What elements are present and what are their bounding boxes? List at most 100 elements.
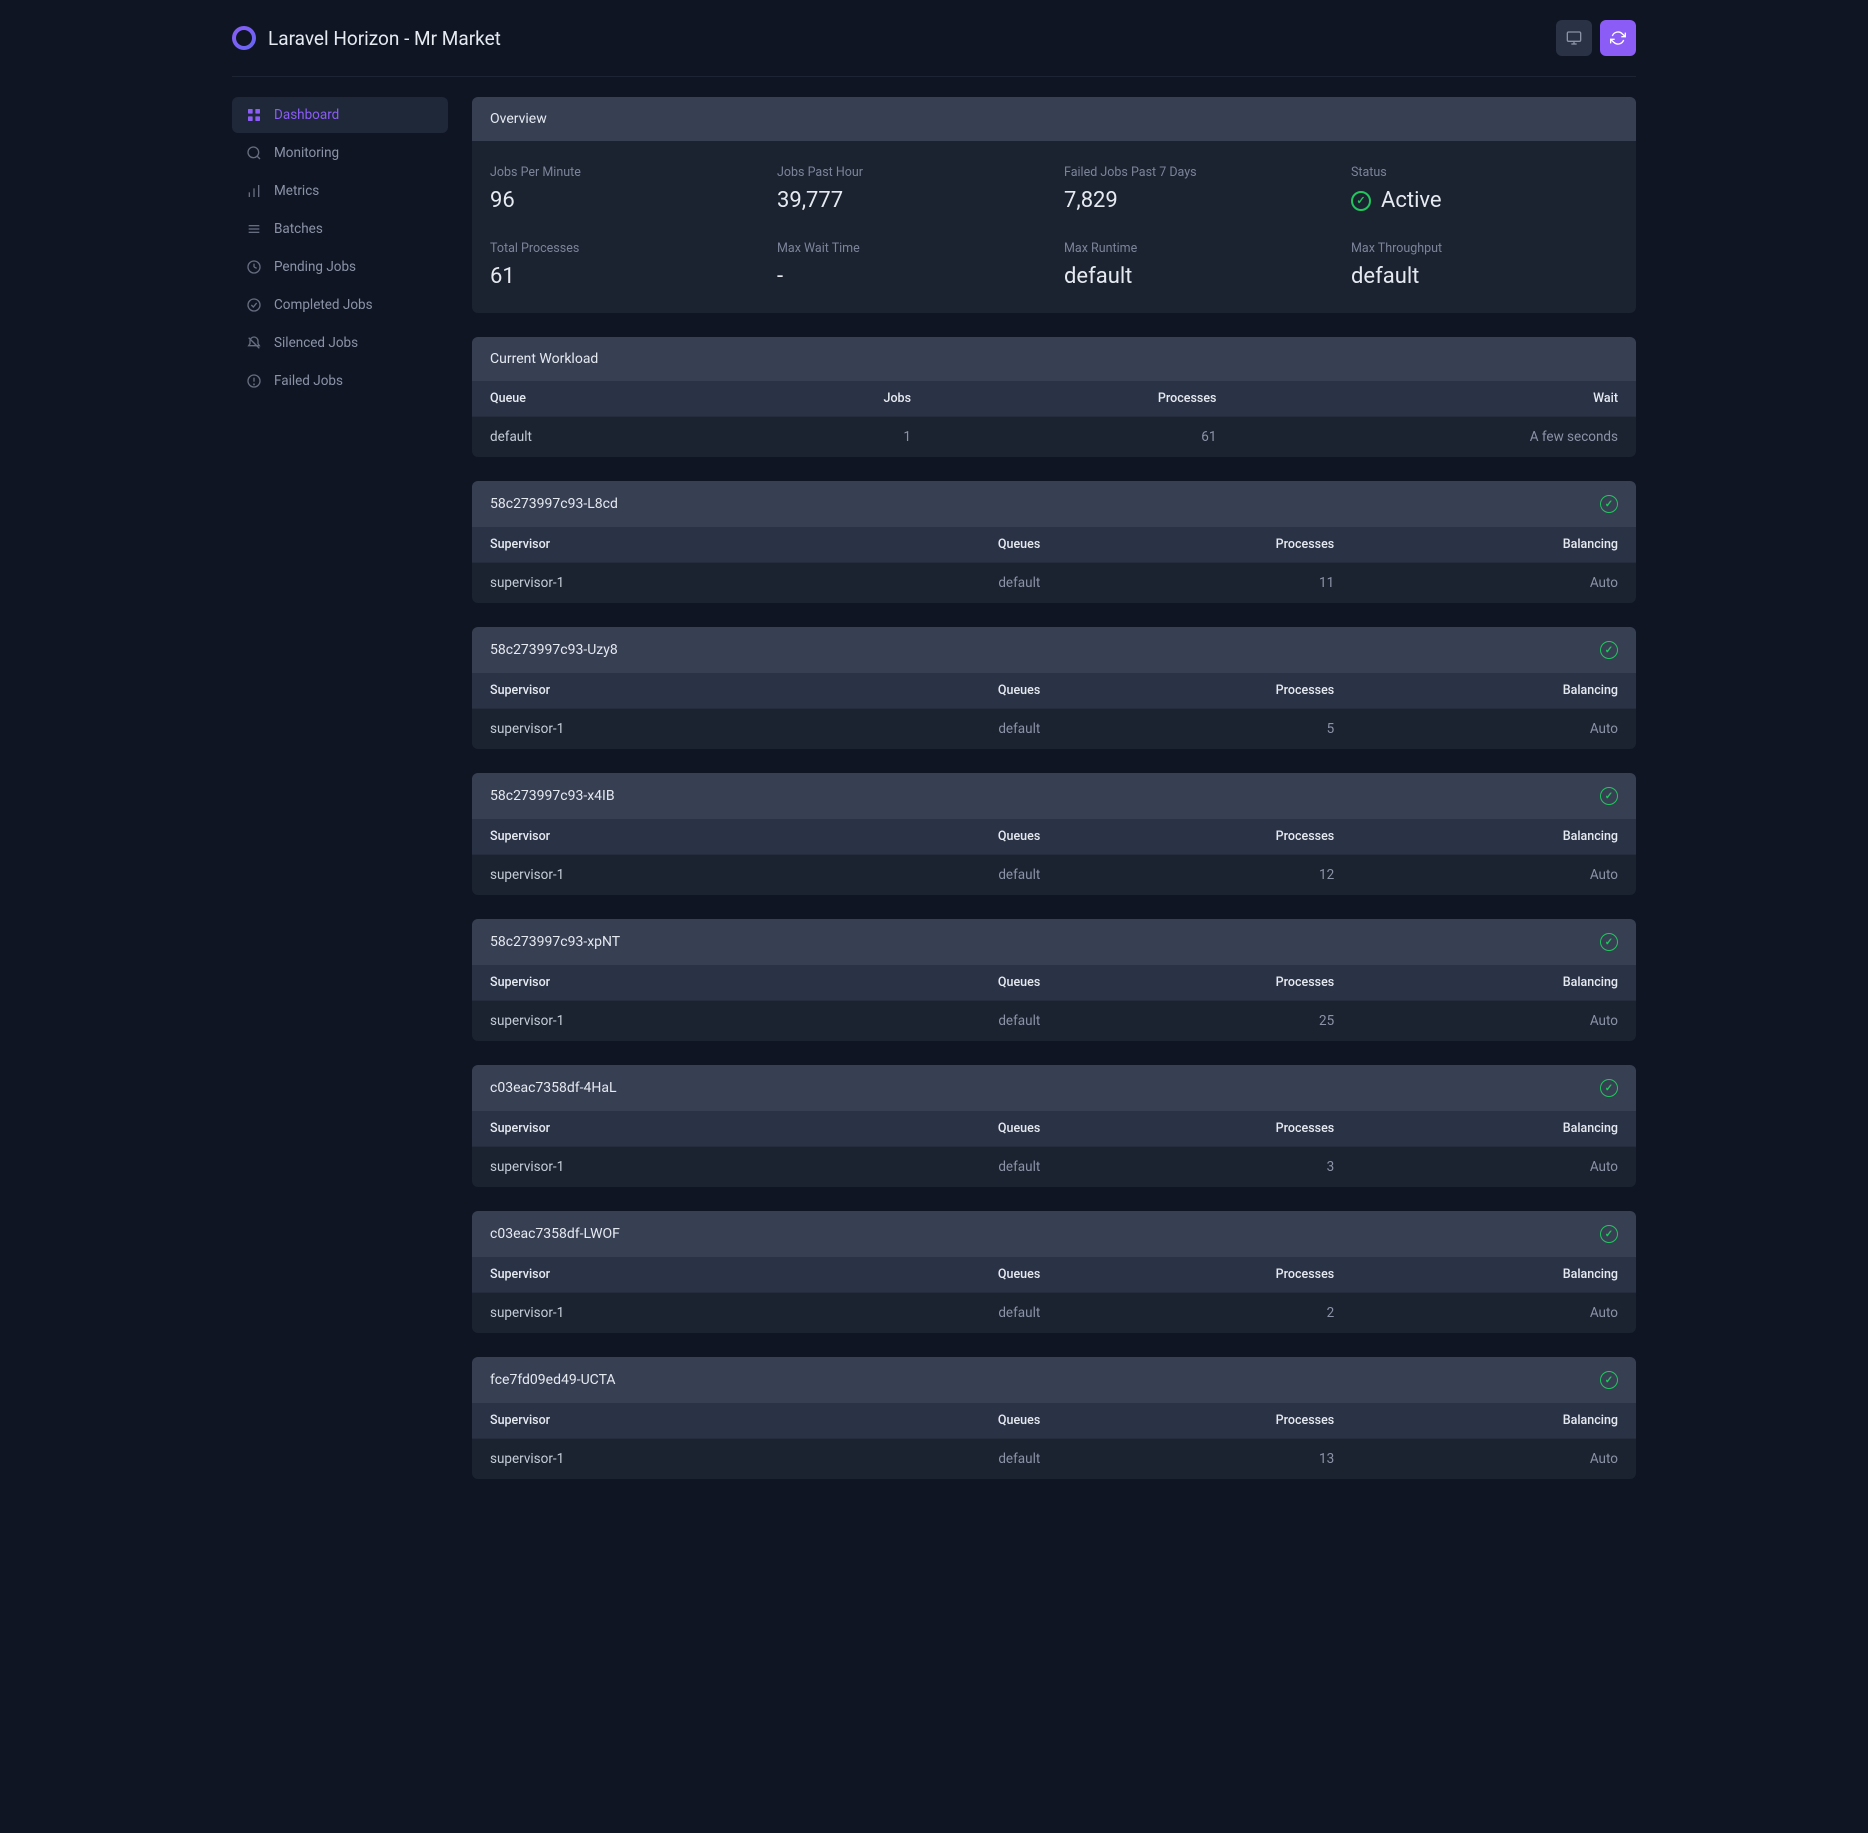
stat-value: Active bbox=[1381, 188, 1442, 213]
supervisor-table: SupervisorQueuesProcessesBalancing superv… bbox=[472, 673, 1636, 749]
supervisor-col-header: Queues bbox=[815, 819, 1059, 855]
supervisor-col-header: Queues bbox=[815, 1403, 1059, 1439]
table-row: default161A few seconds bbox=[472, 417, 1636, 458]
workload-col-header: Wait bbox=[1234, 381, 1636, 417]
supervisor-table: SupervisorQueuesProcessesBalancingsuperv… bbox=[472, 527, 1636, 603]
sidebar-item-batches[interactable]: Batches bbox=[232, 211, 448, 247]
pause-circle-icon bbox=[246, 259, 262, 275]
worker-header: 58c273997c93-xpNT bbox=[472, 919, 1636, 965]
sidebar-item-label: Pending Jobs bbox=[274, 259, 356, 275]
cell-balancing: Auto bbox=[1352, 855, 1636, 896]
worker-header: 58c273997c93-Uzy8 bbox=[472, 627, 1636, 673]
sidebar-item-label: Monitoring bbox=[274, 145, 339, 161]
workload-col-header: Queue bbox=[472, 381, 724, 417]
monitor-icon bbox=[1566, 30, 1582, 46]
supervisor-col-header: Balancing bbox=[1352, 819, 1636, 855]
worker-status-icon bbox=[1600, 1225, 1618, 1243]
cell-processes: 2 bbox=[1058, 1293, 1352, 1334]
supervisor-col-header: Queues bbox=[815, 673, 1059, 709]
sidebar-item-label: Metrics bbox=[274, 183, 319, 199]
stat-cell: Status Active bbox=[1351, 165, 1618, 213]
workload-col-header: Jobs bbox=[724, 381, 929, 417]
sidebar-item-completed-jobs[interactable]: Completed Jobs bbox=[232, 287, 448, 323]
sidebar-item-dashboard[interactable]: Dashboard bbox=[232, 97, 448, 133]
table-row: supervisor-1default11Auto bbox=[472, 563, 1636, 604]
worker-status-icon bbox=[1600, 495, 1618, 513]
worker-card: c03eac7358df-4HaLSupervisorQueuesProcess… bbox=[472, 1065, 1636, 1187]
supervisor-col-header: Supervisor bbox=[472, 819, 815, 855]
supervisor-col-header: Processes bbox=[1058, 819, 1352, 855]
cell-supervisor: supervisor-1 bbox=[472, 709, 815, 750]
cell-balancing: Auto bbox=[1352, 1147, 1636, 1188]
worker-header: 58c273997c93-x4IB bbox=[472, 773, 1636, 819]
workload-card: Current Workload QueueJobsProcessesWait … bbox=[472, 337, 1636, 457]
stat-cell: Max Runtimedefault bbox=[1064, 241, 1331, 289]
alert-circle-icon bbox=[246, 373, 262, 389]
supervisor-col-header: Supervisor bbox=[472, 1403, 815, 1439]
worker-card: fce7fd09ed49-UCTASupervisorQueuesProcess… bbox=[472, 1357, 1636, 1479]
cell-balancing: Auto bbox=[1352, 1293, 1636, 1334]
status-active-icon bbox=[1351, 191, 1371, 211]
cell-queues: default bbox=[815, 1147, 1059, 1188]
sidebar-item-pending-jobs[interactable]: Pending Jobs bbox=[232, 249, 448, 285]
sidebar-item-silenced-jobs[interactable]: Silenced Jobs bbox=[232, 325, 448, 361]
supervisor-col-header: Queues bbox=[815, 1257, 1059, 1293]
sidebar-item-label: Dashboard bbox=[274, 107, 339, 123]
sidebar-item-monitoring[interactable]: Monitoring bbox=[232, 135, 448, 171]
worker-name: 58c273997c93-Uzy8 bbox=[490, 642, 618, 658]
worker-card: c03eac7358df-LWOF SupervisorQueuesProcess… bbox=[472, 1211, 1636, 1333]
worker-card: 58c273997c93-x4IBSupervisorQueuesProcess… bbox=[472, 773, 1636, 895]
bar-chart-icon bbox=[246, 183, 262, 199]
sidebar-nav: Dashboard Monitoring Metrics Batches Pending… bbox=[232, 97, 448, 1543]
cell-wait: A few seconds bbox=[1234, 417, 1636, 458]
worker-status-icon bbox=[1600, 787, 1618, 805]
supervisor-col-header: Processes bbox=[1058, 1111, 1352, 1147]
supervisor-col-header: Queues bbox=[815, 527, 1059, 563]
monitor-toggle-button[interactable] bbox=[1556, 20, 1592, 56]
sidebar-item-label: Silenced Jobs bbox=[274, 335, 358, 351]
bell-off-icon bbox=[246, 335, 262, 351]
sidebar-item-failed-jobs[interactable]: Failed Jobs bbox=[232, 363, 448, 399]
cell-processes: 11 bbox=[1058, 563, 1352, 604]
supervisor-col-header: Balancing bbox=[1352, 1111, 1636, 1147]
stat-label: Jobs Per Minute bbox=[490, 165, 757, 180]
worker-status-icon bbox=[1600, 1079, 1618, 1097]
cell-supervisor: supervisor-1 bbox=[472, 1147, 815, 1188]
worker-name: 58c273997c93-L8cd bbox=[490, 496, 618, 512]
refresh-button[interactable] bbox=[1600, 20, 1636, 56]
stat-value: default bbox=[1064, 264, 1331, 289]
supervisor-col-header: Processes bbox=[1058, 673, 1352, 709]
cell-processes: 61 bbox=[929, 417, 1234, 458]
cell-balancing: Auto bbox=[1352, 563, 1636, 604]
stat-value: 61 bbox=[490, 264, 757, 289]
overview-card: Overview Jobs Per Minute96Jobs Past Hour… bbox=[472, 97, 1636, 313]
worker-header: 58c273997c93-L8cd bbox=[472, 481, 1636, 527]
supervisor-col-header: Processes bbox=[1058, 965, 1352, 1001]
stat-label: Status bbox=[1351, 165, 1618, 180]
supervisor-table: SupervisorQueuesProcessesBalancingsuperv… bbox=[472, 1257, 1636, 1333]
sidebar-item-label: Failed Jobs bbox=[274, 373, 343, 389]
cell-processes: 13 bbox=[1058, 1439, 1352, 1480]
supervisor-col-header: Supervisor bbox=[472, 673, 815, 709]
workload-table: QueueJobsProcessesWait default161A few s… bbox=[472, 381, 1636, 457]
supervisor-col-header: Balancing bbox=[1352, 1257, 1636, 1293]
supervisor-col-header: Processes bbox=[1058, 1257, 1352, 1293]
sidebar-item-metrics[interactable]: Metrics bbox=[232, 173, 448, 209]
supervisor-col-header: Balancing bbox=[1352, 673, 1636, 709]
worker-header: fce7fd09ed49-UCTA bbox=[472, 1357, 1636, 1403]
cell-balancing: Auto bbox=[1352, 1001, 1636, 1042]
app-header: Laravel Horizon - Mr Market bbox=[232, 0, 1636, 77]
cell-processes: 5 bbox=[1058, 709, 1352, 750]
worker-name: 58c273997c93-xpNT bbox=[490, 934, 620, 950]
cell-supervisor: supervisor-1 bbox=[472, 1439, 815, 1480]
worker-card: 58c273997c93-Uzy8 SupervisorQueuesProcess… bbox=[472, 627, 1636, 749]
refresh-icon bbox=[1610, 30, 1626, 46]
stat-cell: Jobs Past Hour39,777 bbox=[777, 165, 1044, 213]
worker-name: c03eac7358df-LWOF bbox=[490, 1226, 620, 1242]
worker-name: fce7fd09ed49-UCTA bbox=[490, 1372, 616, 1388]
table-row: supervisor-1default12Auto bbox=[472, 855, 1636, 896]
sidebar-item-label: Completed Jobs bbox=[274, 297, 373, 313]
cell-queues: default bbox=[815, 1001, 1059, 1042]
grid-icon bbox=[246, 107, 262, 123]
stat-value: 96 bbox=[490, 188, 757, 213]
